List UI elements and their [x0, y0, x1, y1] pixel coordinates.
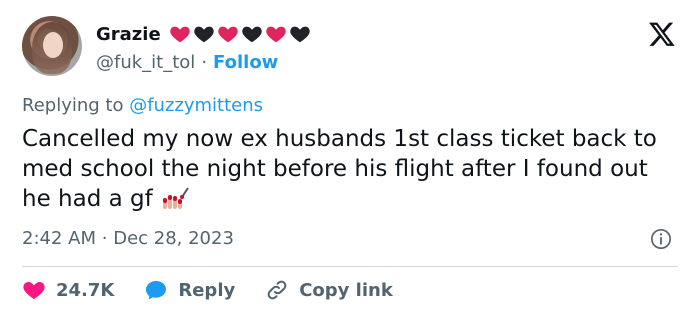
name-hearts [169, 23, 311, 45]
reply-bubble-icon [146, 281, 167, 300]
tweet-date: Dec 28, 2023 [113, 228, 234, 249]
info-icon[interactable] [650, 228, 672, 250]
like-button[interactable]: 24.7K [22, 278, 114, 302]
follow-button[interactable]: Follow [213, 52, 278, 73]
tweet-actions: 24.7K Reply Copy link [22, 278, 423, 302]
link-icon [267, 280, 287, 300]
timestamp-separator: · [101, 228, 108, 249]
separator-dot: · [201, 52, 208, 73]
tweet-timestamp[interactable]: 2:42 AM · Dec 28, 2023 [22, 228, 234, 249]
x-logo-icon[interactable] [648, 20, 676, 48]
red-heart-icon [169, 26, 190, 43]
reply-mention-link[interactable]: @fuzzymittens [129, 95, 263, 116]
tweet-text: Cancelled my now ex husbands 1st class t… [22, 124, 682, 214]
like-count: 24.7K [56, 279, 115, 301]
user-handle[interactable]: @fuk_it_tol [96, 52, 195, 73]
tweet-time: 2:42 AM [22, 228, 96, 249]
black-heart-icon [193, 26, 214, 43]
name-row: Grazie [96, 20, 311, 48]
divider [22, 266, 678, 267]
red-heart-icon [265, 26, 286, 43]
reply-button[interactable]: Reply [144, 278, 235, 302]
nail-polish-emoji-icon [163, 187, 189, 209]
reply-label: Reply [178, 279, 236, 301]
tweet-header: Grazie @fuk_it_tol · Follow [96, 20, 311, 73]
reply-context: Replying to @fuzzymittens [22, 95, 263, 116]
heart-icon [23, 282, 45, 299]
copy-link-label: Copy link [299, 279, 393, 301]
tweet-body: Cancelled my now ex husbands 1st class t… [22, 126, 665, 212]
red-heart-icon [217, 26, 238, 43]
black-heart-icon [289, 26, 310, 43]
display-name[interactable]: Grazie [96, 24, 161, 45]
copy-link-button[interactable]: Copy link [265, 278, 393, 302]
avatar[interactable] [22, 16, 82, 76]
handle-row: @fuk_it_tol · Follow [96, 52, 311, 73]
avatar-face [43, 32, 63, 58]
replying-prefix: Replying to [22, 95, 124, 116]
black-heart-icon [241, 26, 262, 43]
